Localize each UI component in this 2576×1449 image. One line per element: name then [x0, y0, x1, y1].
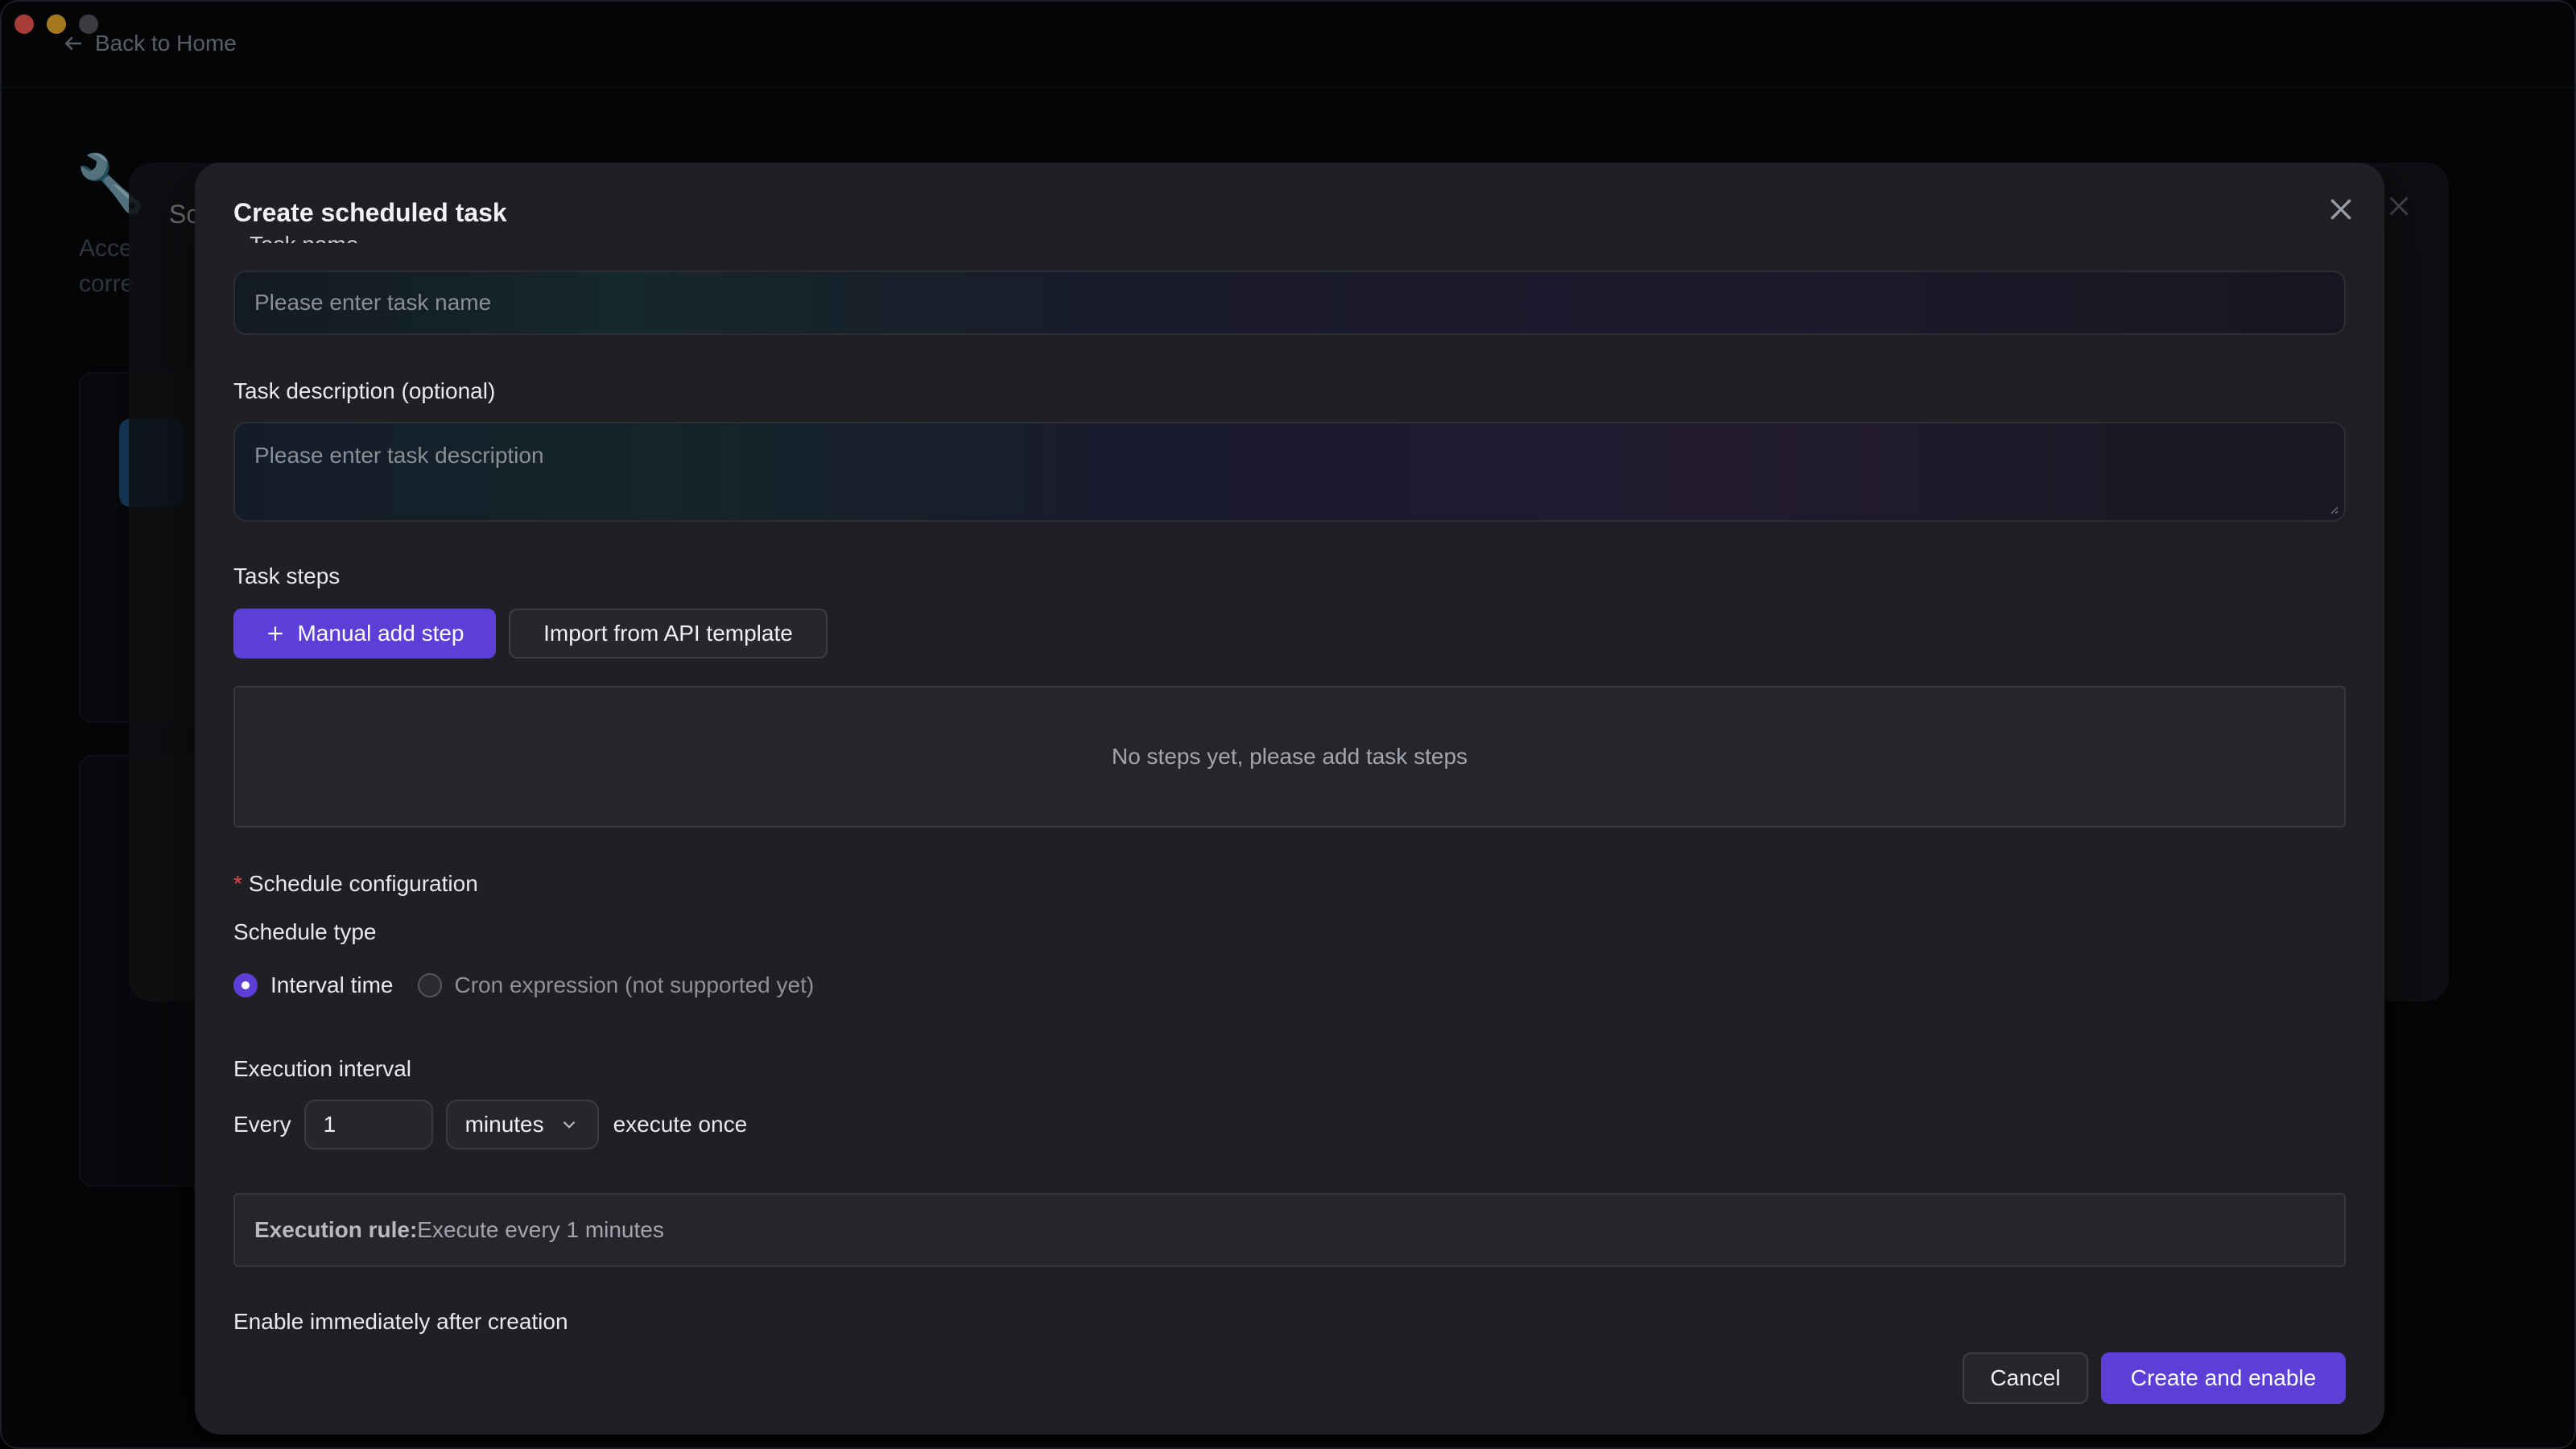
task-steps-label: Task steps	[233, 564, 341, 588]
task-description-placeholder: Please enter task description	[254, 443, 544, 468]
task-name-input[interactable]: Please enter task name	[233, 270, 2346, 335]
cancel-button[interactable]: Cancel	[1963, 1352, 2088, 1404]
interval-unit-value: minutes	[464, 1112, 544, 1137]
cancel-label: Cancel	[1990, 1365, 2061, 1390]
execution-rule-text: Execute every 1 minutes	[417, 1217, 664, 1242]
every-label: Every	[233, 1112, 291, 1137]
interval-unit-select[interactable]: minutes	[445, 1100, 599, 1150]
radio-cron-expression[interactable]: Cron expression (not supported yet)	[417, 972, 815, 998]
schedule-type-label: Schedule type	[233, 919, 377, 944]
import-api-template-button[interactable]: Import from API template	[509, 609, 828, 658]
create-task-modal: Create scheduled task Task name Please e…	[195, 163, 2384, 1435]
radio-checked-icon	[233, 973, 258, 997]
app-window: Back to Home 🔧 Acce corre Sc Create sche…	[0, 0, 2576, 1449]
enable-immediately-label: Enable immediately after creation	[233, 1309, 568, 1334]
execution-rule-label: Execution rule:	[254, 1217, 418, 1242]
execution-rule-box: Execution rule: Execute every 1 minutes	[233, 1193, 2346, 1267]
empty-steps-message: No steps yet, please add task steps	[1111, 744, 1468, 769]
required-mark: *	[233, 871, 242, 896]
chevron-down-icon	[563, 1121, 575, 1129]
interval-row: Every 1 minutes execute once	[233, 1100, 747, 1150]
task-description-textarea[interactable]: Please enter task description	[233, 422, 2346, 522]
resize-handle-icon[interactable]	[2326, 502, 2339, 515]
steps-empty-state: No steps yet, please add task steps	[233, 686, 2346, 828]
plus-icon	[268, 626, 283, 641]
modal-title: Create scheduled task	[233, 198, 507, 227]
task-name-label: Task name	[250, 232, 358, 243]
task-name-placeholder: Please enter task name	[254, 290, 492, 315]
interval-value: 1	[323, 1112, 336, 1137]
execute-once-label: execute once	[613, 1112, 748, 1137]
manual-add-step-label: Manual add step	[297, 621, 464, 646]
create-and-enable-label: Create and enable	[2130, 1365, 2317, 1390]
radio-interval-time[interactable]: Interval time	[233, 972, 394, 998]
create-and-enable-button[interactable]: Create and enable	[2101, 1352, 2346, 1404]
schedule-type-radio-group: Interval time Cron expression (not suppo…	[233, 972, 838, 998]
import-api-template-label: Import from API template	[543, 621, 793, 646]
execution-interval-label: Execution interval	[233, 1056, 412, 1081]
radio-interval-time-label: Interval time	[270, 972, 394, 997]
interval-number-input[interactable]: 1	[303, 1100, 433, 1150]
radio-unchecked-icon	[417, 973, 442, 997]
schedule-configuration-label: * Schedule configuration	[233, 871, 478, 896]
task-description-label: Task description (optional)	[233, 378, 496, 403]
radio-cron-expression-label: Cron expression (not supported yet)	[454, 972, 815, 997]
manual-add-step-button[interactable]: Manual add step	[233, 609, 496, 658]
close-icon[interactable]	[2325, 193, 2357, 225]
